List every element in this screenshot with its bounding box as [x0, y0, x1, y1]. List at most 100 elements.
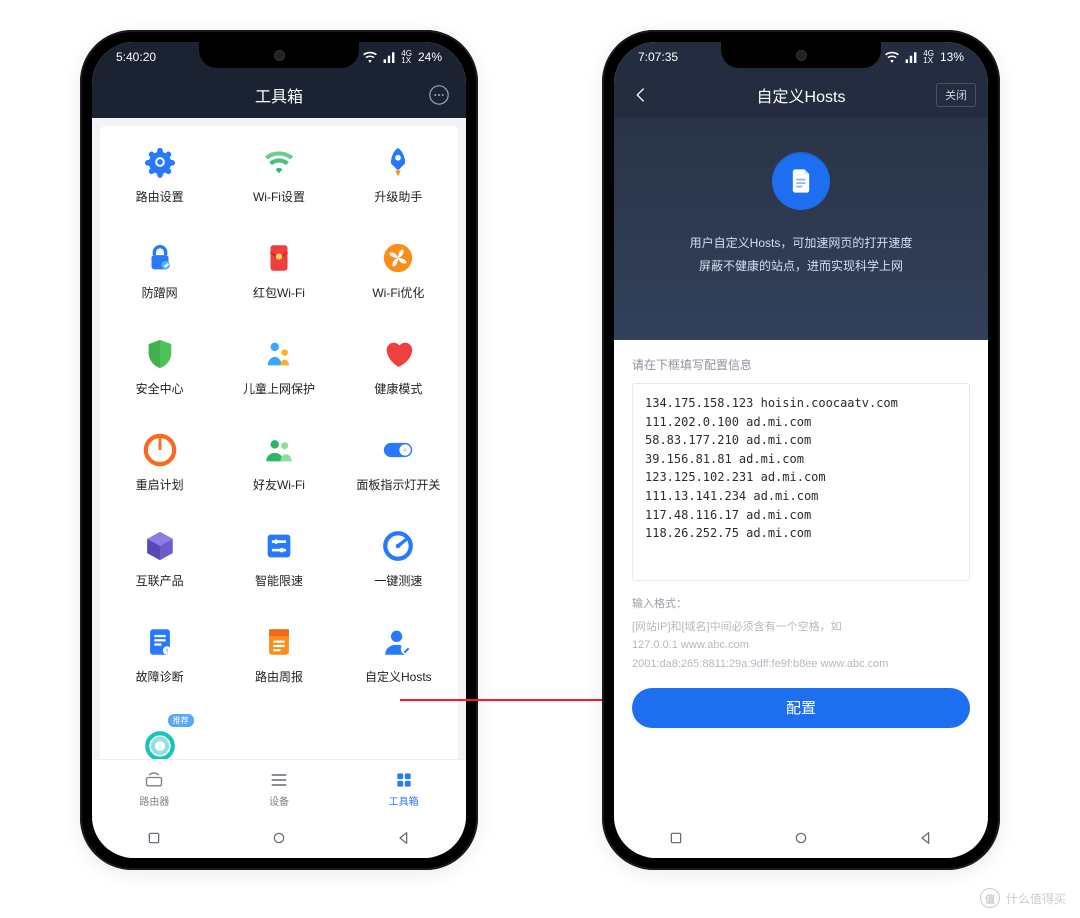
hosts-textarea[interactable]: 134.175.158.123 hoisin.coocaatv.com 111.… — [632, 383, 970, 581]
nav-home[interactable] — [258, 829, 300, 847]
tool-redpacket-wifi[interactable]: 红包Wi-Fi — [219, 222, 338, 318]
gear-icon — [142, 144, 178, 180]
hosts-body: 请在下框填写配置信息 134.175.158.123 hoisin.coocaa… — [614, 340, 988, 728]
wifi-status-icon — [363, 51, 377, 63]
tool-wifi-optimize[interactable]: Wi-Fi优化 — [339, 222, 458, 318]
cell-signal-icon — [905, 51, 917, 63]
tab-bar: 路由器 设备 工具箱 — [92, 759, 466, 818]
userpen-icon — [380, 624, 416, 660]
more-icon — [428, 84, 450, 106]
tool-label: 路由设置 — [136, 188, 184, 205]
heart-icon — [380, 336, 416, 372]
toggle-icon — [380, 432, 416, 468]
tool-health-mode[interactable]: 健康模式 — [339, 318, 458, 414]
nav-recent[interactable] — [655, 829, 697, 847]
tool-label: 好友Wi-Fi — [253, 476, 305, 493]
status-time: 7:07:35 — [638, 50, 678, 64]
list-icon — [269, 770, 289, 790]
nav-home[interactable] — [780, 829, 822, 847]
tool-child-protect[interactable]: 儿童上网保护 — [219, 318, 338, 414]
tool-wifi-settings[interactable]: Wi-Fi设置 — [219, 126, 338, 222]
router-icon — [144, 770, 164, 790]
app-header: 自定义Hosts 关闭 — [614, 72, 988, 118]
cube-icon — [142, 528, 178, 564]
tool-label: 面板指示灯开关 — [356, 476, 440, 493]
lock-icon — [142, 240, 178, 276]
gauge-icon — [380, 528, 416, 564]
tool-label: 重启计划 — [136, 476, 184, 493]
tool-anti-squat[interactable]: 防蹭网 — [100, 222, 219, 318]
tool-label: 路由周报 — [255, 668, 303, 685]
watermark: 值什么值得买 — [980, 888, 1066, 908]
tab-devices[interactable]: 设备 — [217, 760, 342, 818]
tool-label: 互联产品 — [136, 572, 184, 589]
tab-toolbox[interactable]: 工具箱 — [341, 760, 466, 818]
more-button[interactable] — [426, 82, 452, 108]
nav-back[interactable] — [905, 829, 947, 847]
hint-block: 输入格式： [网站IP]和[域名]中间必须含有一个空格，如 127.0.0.1 … — [632, 595, 970, 674]
tool-label: 防蹭网 — [142, 284, 178, 301]
tool-label: 红包Wi-Fi — [253, 284, 305, 301]
status-battery: 24% — [418, 50, 442, 64]
hero-icon — [772, 152, 830, 210]
hint-title: 输入格式： — [632, 595, 970, 614]
hint-example-1: 127.0.0.1 www.abc.com — [632, 636, 970, 655]
status-battery: 13% — [940, 50, 964, 64]
tool-speed-test[interactable]: 一键测速 — [339, 510, 458, 606]
phone-left-screen: 5:40:20 4G1X 24% 工具箱 路由设置 Wi-Fi设置 升级助手防蹭网 红… — [92, 42, 466, 858]
status-time: 5:40:20 — [116, 50, 156, 64]
tool-label: 健康模式 — [374, 380, 422, 397]
hero-line-2: 屏蔽不健康的站点，进而实现科学上网 — [690, 255, 913, 278]
app-header: 工具箱 — [92, 72, 466, 118]
shield-icon — [142, 336, 178, 372]
status-net: 4G1X — [923, 50, 934, 64]
rocket-icon — [380, 144, 416, 180]
tool-label: Wi-Fi优化 — [372, 284, 424, 301]
page-title: 工具箱 — [255, 83, 303, 107]
redpack-icon — [261, 240, 297, 276]
tool-smart-limit[interactable]: 智能限速 — [219, 510, 338, 606]
tool-upgrade-assist[interactable]: 升级助手 — [339, 126, 458, 222]
sliders-icon — [261, 528, 297, 564]
android-nav — [92, 818, 466, 858]
grid-icon — [394, 770, 414, 790]
tool-extra[interactable]: 推荐 — [100, 702, 219, 759]
wifi-icon — [261, 144, 297, 180]
tool-friends-wifi[interactable]: 好友Wi-Fi — [219, 414, 338, 510]
wifi-status-icon — [885, 51, 899, 63]
tool-panel-led[interactable]: 面板指示灯开关 — [339, 414, 458, 510]
hero-line-1: 用户自定义Hosts，可加速网页的打开速度 — [690, 232, 913, 255]
badge-recommended: 推荐 — [168, 714, 194, 727]
back-button[interactable] — [628, 82, 654, 108]
cell-signal-icon — [383, 51, 395, 63]
tool-router-settings[interactable]: 路由设置 — [100, 126, 219, 222]
tool-custom-hosts[interactable]: 自定义Hosts — [339, 606, 458, 702]
friends-icon — [261, 432, 297, 468]
tool-fault-diag[interactable]: ! 故障诊断 — [100, 606, 219, 702]
page-title: 自定义Hosts — [757, 83, 846, 107]
fan-icon — [380, 240, 416, 276]
tool-label: 升级助手 — [374, 188, 422, 205]
tool-label: Wi-Fi设置 — [253, 188, 305, 205]
power-icon — [142, 432, 178, 468]
notch — [721, 42, 881, 68]
status-net: 4G1X — [401, 50, 412, 64]
toolbox-grid: 路由设置 Wi-Fi设置 升级助手防蹭网 红包Wi-Fi Wi-Fi优化安全中心 儿童上网… — [100, 126, 458, 759]
configure-button[interactable]: 配置 — [632, 688, 970, 728]
tool-security-center[interactable]: 安全中心 — [100, 318, 219, 414]
tool-router-weekly[interactable]: 路由周报 — [219, 606, 338, 702]
tool-interlink[interactable]: 互联产品 — [100, 510, 219, 606]
svg-text:!: ! — [166, 647, 168, 655]
tab-router[interactable]: 路由器 — [92, 760, 217, 818]
close-button[interactable]: 关闭 — [936, 83, 976, 107]
phone-right-frame: 7:07:35 4G1X 13% 自定义Hosts 关闭 — [602, 30, 1000, 870]
tool-label: 故障诊断 — [136, 668, 184, 685]
tool-reboot-plan[interactable]: 重启计划 — [100, 414, 219, 510]
android-nav — [614, 818, 988, 858]
textarea-label: 请在下框填写配置信息 — [632, 356, 970, 373]
nav-recent[interactable] — [133, 829, 175, 847]
toolbox-scroll[interactable]: 路由设置 Wi-Fi设置 升级助手防蹭网 红包Wi-Fi Wi-Fi优化安全中心 儿童上网… — [92, 118, 466, 759]
phone-left-frame: 5:40:20 4G1X 24% 工具箱 路由设置 Wi-Fi设置 升级助手防蹭网 红… — [80, 30, 478, 870]
tool-label: 安全中心 — [136, 380, 184, 397]
nav-back[interactable] — [383, 829, 425, 847]
